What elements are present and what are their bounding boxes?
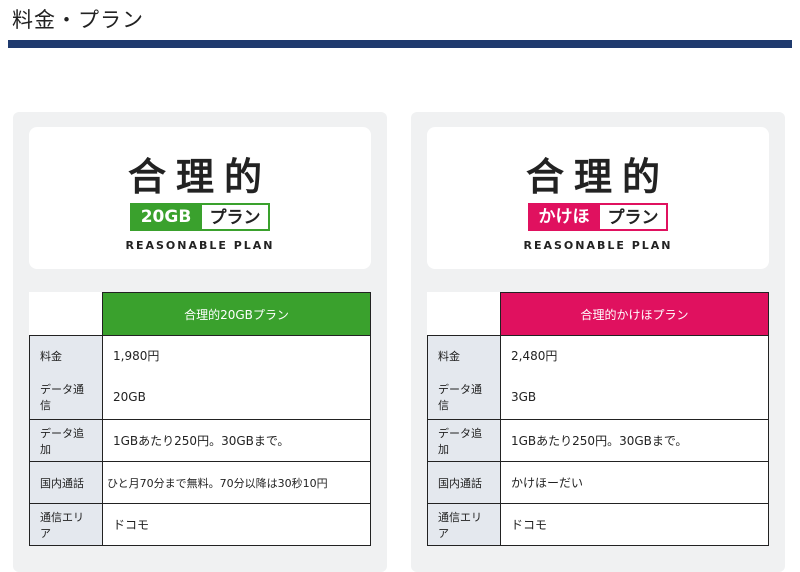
logo-rest: プラン xyxy=(202,203,270,231)
logo-tag: かけほ xyxy=(528,203,600,231)
plan-card-kakeho: 合理的 かけほ プラン REASONABLE PLAN 合理的かけほプラン 料金… xyxy=(411,112,785,572)
row-value-data-add: 1GBあたり250円。30GBまで。 xyxy=(102,419,371,462)
row-value-calls: ひと月70分まで無料。70分以降は30秒10円 xyxy=(102,461,371,504)
logo-english-text: REASONABLE PLAN xyxy=(523,239,673,252)
row-label-data-add: データ追加 xyxy=(29,419,103,462)
row-label-data: データ通信 xyxy=(427,375,501,420)
page-title: 料金・プラン xyxy=(12,8,144,32)
row-label-area: 通信エリア xyxy=(29,503,103,546)
row-label-calls: 国内通話 xyxy=(427,461,501,504)
plan-table-kakeho: 合理的かけほプラン 料金 2,480円 データ通信 3GB データ追加 1GBあ… xyxy=(427,292,769,546)
row-value-data-add: 1GBあたり250円。30GBまで。 xyxy=(500,419,769,462)
row-label-price: 料金 xyxy=(427,335,501,376)
row-label-area: 通信エリア xyxy=(427,503,501,546)
logo-sub: 20GB プラン xyxy=(130,203,270,231)
title-underline xyxy=(8,40,792,48)
table-corner xyxy=(30,293,103,336)
row-value-area: ドコモ xyxy=(500,503,769,546)
row-value-data: 20GB xyxy=(102,375,371,420)
logo-rest: プラン xyxy=(600,203,668,231)
logo-tag: 20GB xyxy=(130,203,202,231)
logo-english-text: REASONABLE PLAN xyxy=(125,239,275,252)
plan-logo-kakeho: 合理的 かけほ プラン REASONABLE PLAN xyxy=(427,127,769,269)
row-value-data: 3GB xyxy=(500,375,769,420)
logo-main-text: 合理的 xyxy=(127,155,272,199)
row-value-area: ドコモ xyxy=(102,503,371,546)
row-label-price: 料金 xyxy=(29,335,103,376)
logo-main-text: 合理的 xyxy=(525,155,670,199)
table-corner xyxy=(428,293,501,336)
plan-card-20gb: 合理的 20GB プラン REASONABLE PLAN 合理的20GBプラン … xyxy=(13,112,387,572)
row-label-data-add: データ追加 xyxy=(427,419,501,462)
logo-sub: かけほ プラン xyxy=(528,203,668,231)
plan-header: 合理的かけほプラン xyxy=(500,292,769,336)
plan-table-20gb: 合理的20GBプラン 料金 1,980円 データ通信 20GB データ追加 1G… xyxy=(29,292,371,546)
row-label-data: データ通信 xyxy=(29,375,103,420)
row-value-calls: かけほーだい xyxy=(500,461,769,504)
row-label-calls: 国内通話 xyxy=(29,461,103,504)
plan-header: 合理的20GBプラン xyxy=(102,292,371,336)
plan-logo-20gb: 合理的 20GB プラン REASONABLE PLAN xyxy=(29,127,371,269)
row-value-price: 2,480円 xyxy=(500,335,769,376)
row-value-price: 1,980円 xyxy=(102,335,371,376)
